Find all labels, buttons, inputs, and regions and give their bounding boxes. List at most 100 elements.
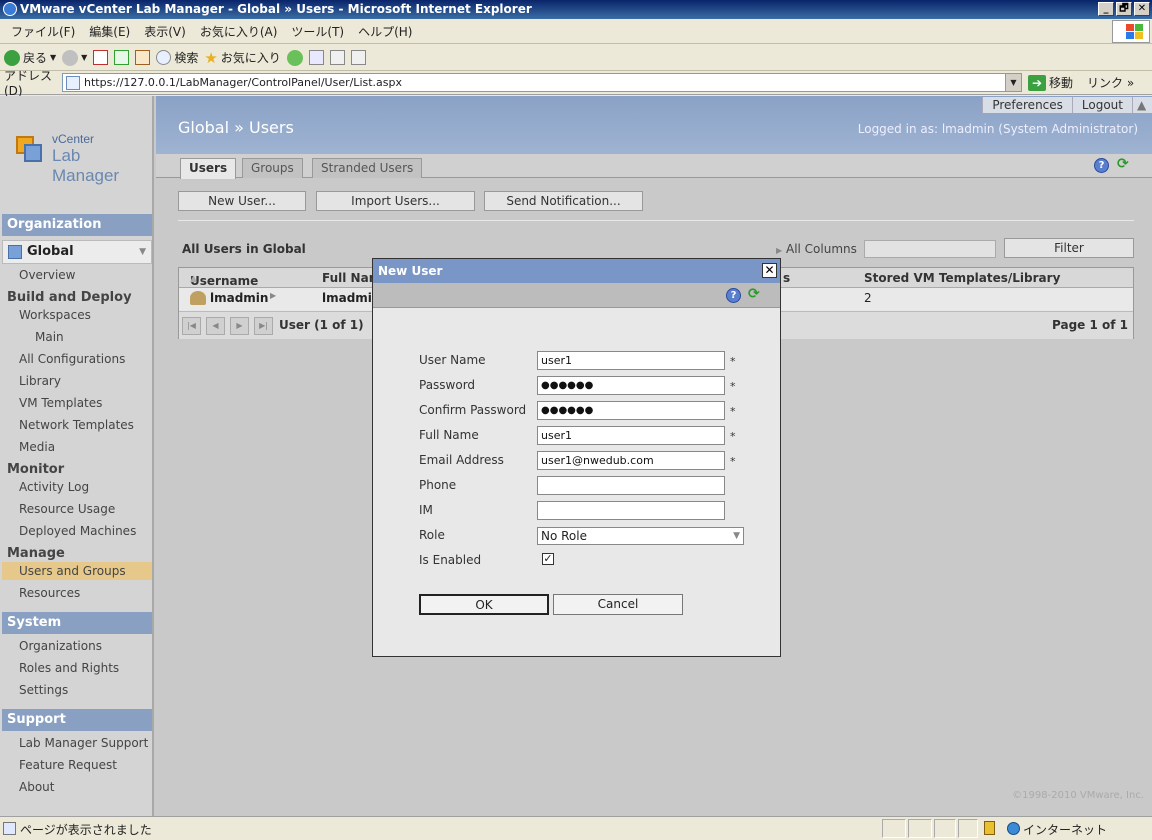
required-mark: * <box>730 405 736 418</box>
back-button[interactable]: 戻る ▼ <box>4 49 56 66</box>
nav-organizations[interactable]: Organizations <box>19 639 102 653</box>
nav-vm-templates[interactable]: VM Templates <box>19 396 102 410</box>
menu-file[interactable]: ファイル(F) <box>4 23 82 40</box>
first-page-icon[interactable]: |◀ <box>182 317 201 335</box>
password-input[interactable]: ●●●●●● <box>537 376 725 395</box>
address-bar: アドレス(D) https://127.0.0.1/LabManager/Con… <box>0 69 1152 98</box>
nav-deployed-machines[interactable]: Deployed Machines <box>19 524 136 538</box>
nav-about[interactable]: About <box>19 780 54 794</box>
stop-icon[interactable] <box>93 50 109 65</box>
favorites-button[interactable]: ★ お気に入り <box>204 49 280 67</box>
forward-arrow-icon <box>62 49 79 66</box>
address-label: アドレス(D) <box>4 69 53 98</box>
nav-workspace-main[interactable]: Main <box>35 330 64 344</box>
section-support: Support <box>2 709 152 731</box>
organization-select[interactable]: Global ▼ <box>2 240 152 264</box>
user-name-input[interactable]: user1 <box>537 351 725 370</box>
browser-toolbar: 戻る ▼ ▼ 検索 ★ お気に入り <box>0 45 1152 71</box>
filter-input[interactable] <box>864 240 996 258</box>
role-select[interactable]: No Role ▼ <box>537 527 744 545</box>
page-done-icon <box>3 822 16 835</box>
refresh-icon[interactable]: ⟳ <box>1117 157 1132 172</box>
nav-resources[interactable]: Resources <box>19 586 80 600</box>
address-input[interactable]: https://127.0.0.1/LabManager/ControlPane… <box>62 73 1022 92</box>
next-page-icon[interactable]: ▶ <box>230 317 249 335</box>
col-stored-vm-templates[interactable]: Stored VM Templates/Library <box>864 271 1060 285</box>
links-button[interactable]: リンク » <box>1087 74 1134 91</box>
menu-tools[interactable]: ツール(T) <box>284 23 351 40</box>
label-phone: Phone <box>419 478 457 492</box>
close-window-button[interactable]: ✕ <box>1134 2 1150 16</box>
minimize-button[interactable]: _ <box>1098 2 1114 16</box>
preferences-link[interactable]: Preferences <box>982 97 1072 113</box>
collapse-header-icon[interactable]: ▲ <box>1132 97 1152 113</box>
menu-edit[interactable]: 編集(E) <box>82 23 137 40</box>
close-icon[interactable]: ✕ <box>762 263 777 278</box>
menu-help[interactable]: ヘルプ(H) <box>351 23 419 40</box>
logout-link[interactable]: Logout <box>1071 97 1132 113</box>
edit-icon[interactable] <box>350 50 366 65</box>
full-name-input[interactable]: user1 <box>537 426 725 445</box>
im-input[interactable] <box>537 501 725 520</box>
go-button[interactable]: ➔ 移動 <box>1028 74 1073 91</box>
ok-button[interactable]: OK <box>419 594 549 615</box>
menu-favorites[interactable]: お気に入り(A) <box>193 23 285 40</box>
mail-icon[interactable] <box>308 50 324 65</box>
tab-users[interactable]: Users <box>180 158 237 179</box>
last-page-icon[interactable]: ▶| <box>254 317 273 335</box>
col-partial[interactable]: s <box>783 271 790 285</box>
history-icon[interactable] <box>286 49 303 66</box>
tab-stranded-users[interactable]: Stranded Users <box>312 158 423 178</box>
tab-groups[interactable]: Groups <box>242 158 303 178</box>
home-icon[interactable] <box>135 50 151 65</box>
nav-activity-log[interactable]: Activity Log <box>19 480 89 494</box>
section-organization: Organization <box>2 214 152 236</box>
cancel-button[interactable]: Cancel <box>553 594 683 615</box>
lock-icon[interactable] <box>984 821 995 835</box>
status-cell <box>908 819 932 838</box>
filter-button[interactable]: Filter <box>1004 238 1134 258</box>
nav-users-and-groups[interactable]: Users and Groups <box>19 564 126 578</box>
help-icon[interactable]: ? <box>1094 158 1109 173</box>
nav-lab-manager-support[interactable]: Lab Manager Support <box>19 736 148 750</box>
nav-settings[interactable]: Settings <box>19 683 68 697</box>
section-system: System <box>2 612 152 634</box>
nav-feature-request[interactable]: Feature Request <box>19 758 117 772</box>
print-icon[interactable] <box>329 50 345 65</box>
nav-library[interactable]: Library <box>19 374 61 388</box>
prev-page-icon[interactable]: ◀ <box>206 317 225 335</box>
menu-view[interactable]: 表示(V) <box>137 23 193 40</box>
refresh-icon[interactable] <box>114 50 130 65</box>
column-filter-select[interactable]: ▶ All Columns <box>776 242 857 256</box>
nav-network-templates[interactable]: Network Templates <box>19 418 134 432</box>
chevron-right-icon[interactable]: ▶ <box>270 291 276 300</box>
chevron-down-icon: ▼ <box>733 531 740 541</box>
nav-overview[interactable]: Overview <box>19 268 76 282</box>
window-titlebar: VMware vCenter Lab Manager - Global » Us… <box>0 0 1152 19</box>
group-build-deploy: Build and Deploy <box>7 290 132 305</box>
nav-resource-usage[interactable]: Resource Usage <box>19 502 115 516</box>
restore-button[interactable]: 🗗 <box>1116 2 1132 16</box>
top-links: Preferences Logout ▲ <box>982 97 1152 113</box>
help-icon[interactable]: ? <box>726 288 741 303</box>
star-icon: ★ <box>204 48 218 67</box>
address-dropdown-icon[interactable]: ▼ <box>1005 74 1021 91</box>
search-button[interactable]: 検索 <box>156 49 198 66</box>
pager-status: User (1 of 1) <box>279 318 364 332</box>
nav-all-configurations[interactable]: All Configurations <box>19 352 125 366</box>
status-cell <box>934 819 956 838</box>
phone-input[interactable] <box>537 476 725 495</box>
import-users-button[interactable]: Import Users... <box>316 191 475 211</box>
chevron-down-icon: ▼ <box>139 247 146 257</box>
nav-roles-and-rights[interactable]: Roles and Rights <box>19 661 119 675</box>
forward-button[interactable]: ▼ <box>62 49 87 66</box>
refresh-icon[interactable]: ⟳ <box>748 287 763 302</box>
send-notification-button[interactable]: Send Notification... <box>484 191 643 211</box>
email-field[interactable]: user1@nwedub.com <box>537 451 725 470</box>
ie-icon <box>3 2 17 16</box>
confirm-password-input[interactable]: ●●●●●● <box>537 401 725 420</box>
nav-workspaces[interactable]: Workspaces <box>19 308 91 322</box>
new-user-button[interactable]: New User... <box>178 191 306 211</box>
nav-media[interactable]: Media <box>19 440 55 454</box>
is-enabled-checkbox[interactable]: ✓ <box>542 553 554 565</box>
